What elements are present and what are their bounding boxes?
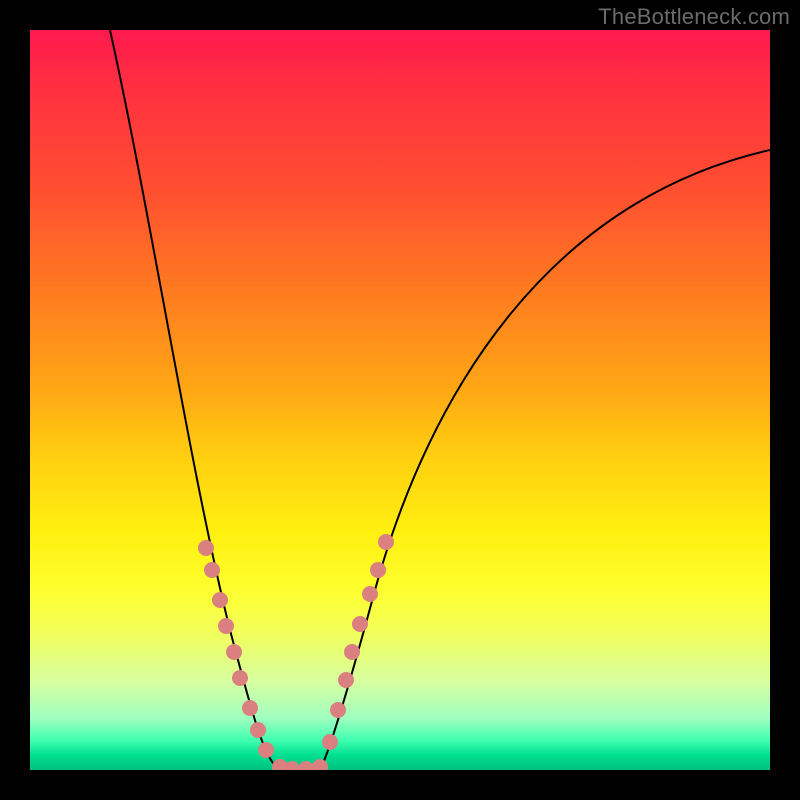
- data-dot: [330, 702, 346, 718]
- data-dot: [352, 616, 368, 632]
- data-dot: [232, 670, 248, 686]
- data-dot: [344, 644, 360, 660]
- dots-group: [198, 534, 394, 770]
- data-dot: [370, 562, 386, 578]
- data-dot: [298, 761, 314, 770]
- data-dot: [378, 534, 394, 550]
- data-dot: [312, 759, 328, 770]
- data-dot: [226, 644, 242, 660]
- data-dot: [322, 734, 338, 750]
- data-dot: [338, 672, 354, 688]
- data-dot: [362, 586, 378, 602]
- data-dot: [212, 592, 228, 608]
- data-dot: [242, 700, 258, 716]
- curve-layer: [30, 30, 770, 770]
- data-dot: [204, 562, 220, 578]
- chart-frame: TheBottleneck.com: [0, 0, 800, 800]
- data-dot: [258, 742, 274, 758]
- data-dot: [250, 722, 266, 738]
- plot-area: [30, 30, 770, 770]
- data-dot: [198, 540, 214, 556]
- data-dot: [218, 618, 234, 634]
- bottleneck-curve: [110, 30, 770, 770]
- watermark-label: TheBottleneck.com: [598, 4, 790, 30]
